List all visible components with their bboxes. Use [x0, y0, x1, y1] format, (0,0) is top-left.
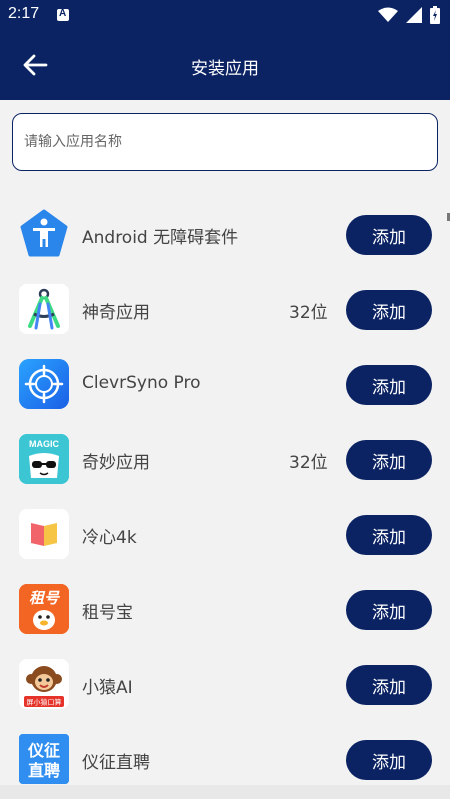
- status-time: 2:17: [8, 5, 40, 22]
- app-name: 冷心4k: [82, 528, 137, 548]
- list-item: 冷心4k 添加: [0, 496, 450, 571]
- notification-a-icon: [57, 8, 69, 21]
- yizheng-icon: 仪征 直聘: [19, 734, 69, 784]
- target-icon: [19, 359, 69, 409]
- app-bar: 安装应用: [0, 30, 450, 100]
- app-list: Android 无障碍套件 添加 神奇应用 32位 添加 ClevrSyno P…: [0, 196, 450, 796]
- book-icon: [19, 509, 69, 559]
- yizheng-bottom-text: 直聘: [28, 761, 60, 780]
- list-item: MAGIC 奇妙应用 32位 添加: [0, 421, 450, 496]
- add-button[interactable]: 添加: [346, 665, 432, 705]
- magic-text: MAGIC: [29, 439, 59, 449]
- wifi-icon: [378, 7, 398, 27]
- search-box[interactable]: [12, 113, 438, 171]
- app-name: ClevrSyno Pro: [82, 373, 201, 393]
- list-item: 屏小猿口算 小猿AI 添加: [0, 646, 450, 721]
- add-button[interactable]: 添加: [346, 215, 432, 255]
- add-button[interactable]: 添加: [346, 740, 432, 780]
- add-button[interactable]: 添加: [346, 290, 432, 330]
- add-button[interactable]: 添加: [346, 365, 432, 405]
- signal-icon: [406, 7, 422, 27]
- yizheng-top-text: 仪征: [27, 741, 60, 760]
- list-item: 租号 租号宝 添加: [0, 571, 450, 646]
- page-title: 安装应用: [191, 59, 259, 79]
- list-item: 神奇应用 32位 添加: [0, 271, 450, 346]
- zuhaobao-icon: 租号: [19, 584, 69, 634]
- app-bits: 32位: [289, 303, 328, 323]
- app-bits: 32位: [289, 453, 328, 473]
- monkey-icon: 屏小猿口算: [19, 659, 69, 709]
- navigation-bar: [0, 785, 450, 799]
- status-bar: 2:17: [0, 0, 450, 30]
- add-button[interactable]: 添加: [346, 440, 432, 480]
- app-name: 仪征直聘: [82, 753, 150, 773]
- app-name: Android 无障碍套件: [82, 228, 239, 248]
- app-name: 租号宝: [82, 603, 133, 623]
- list-item: ClevrSyno Pro 添加: [0, 346, 450, 421]
- battery-icon: [430, 6, 440, 28]
- magic-icon: MAGIC: [19, 434, 69, 484]
- list-item: Android 无障碍套件 添加: [0, 196, 450, 271]
- search-input[interactable]: [13, 114, 437, 170]
- app-name: 奇妙应用: [82, 453, 150, 473]
- app-name: 小猿AI: [82, 678, 133, 698]
- xiaoyuan-text: 屏小猿口算: [27, 698, 62, 707]
- app-name: 神奇应用: [82, 303, 150, 323]
- compass-icon: [19, 284, 69, 334]
- add-button[interactable]: 添加: [346, 515, 432, 555]
- accessibility-icon: [19, 209, 69, 259]
- add-button[interactable]: 添加: [346, 590, 432, 630]
- zuhao-text: 租号: [29, 589, 61, 607]
